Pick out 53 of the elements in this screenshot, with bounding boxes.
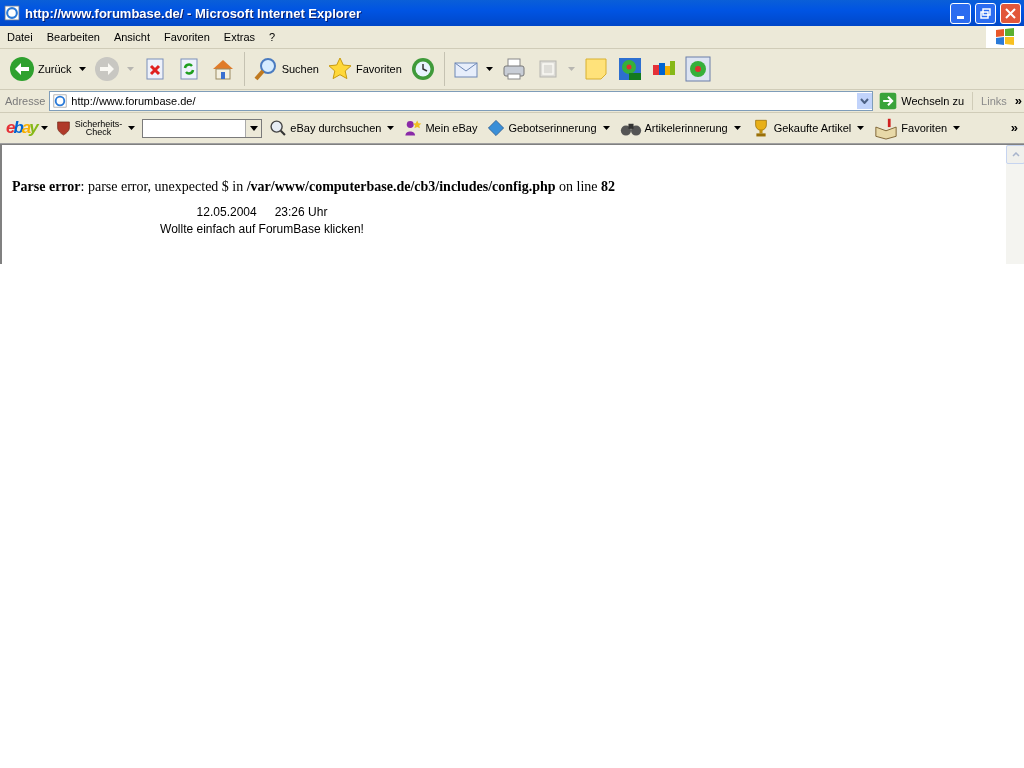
ebay-toolbar-button[interactable]: Gebotserinnerung bbox=[484, 117, 613, 139]
toolbar-button[interactable]: Favoriten bbox=[323, 54, 405, 84]
search-icon bbox=[252, 56, 279, 82]
menu-item[interactable]: Favoriten bbox=[157, 31, 217, 43]
menu-item[interactable]: Extras bbox=[216, 31, 263, 43]
ebay-toolbar-button[interactable]: Gekaufte Artikel bbox=[747, 116, 868, 140]
dropdown-button[interactable] bbox=[857, 93, 873, 109]
go-button[interactable]: Wechseln zu bbox=[877, 92, 974, 110]
restore-button[interactable] bbox=[975, 2, 996, 24]
person-star-icon bbox=[404, 119, 423, 137]
note-icon bbox=[582, 56, 609, 82]
ebay-toolbar-button[interactable]: Artikelerinnerung bbox=[616, 115, 744, 141]
search-icon bbox=[269, 119, 288, 137]
windows-flag-icon bbox=[995, 28, 1015, 46]
caret-icon bbox=[249, 125, 258, 131]
caret-icon bbox=[40, 126, 48, 130]
ebay-toolbar-button[interactable]: Mein eBay bbox=[401, 117, 481, 139]
printer-icon bbox=[500, 56, 527, 82]
more-button[interactable]: » bbox=[1014, 96, 1022, 106]
search-combo-field[interactable] bbox=[142, 118, 263, 138]
menu-item[interactable]: Datei bbox=[0, 31, 40, 43]
browser-icon bbox=[3, 4, 21, 22]
menu-item[interactable]: Ansicht bbox=[106, 31, 157, 43]
ebay-toolbar-button[interactable]: Sicherheits-Check bbox=[51, 117, 139, 139]
open-book-icon bbox=[874, 116, 899, 140]
error-message: Parse error: parse error, unexpected $ in /var/www/computerbase.de/cb3/includes/config.php on line 82 bbox=[12, 179, 617, 195]
history-clock-icon bbox=[409, 56, 436, 82]
ebay-toolbar-button[interactable]: eBay durchsuchen bbox=[266, 117, 398, 139]
toolbar-button[interactable]: Zurück bbox=[6, 54, 89, 84]
minimize-icon bbox=[957, 15, 964, 19]
date-text: 12.05.2004 bbox=[196, 205, 257, 219]
minimize-button[interactable] bbox=[950, 2, 971, 24]
flower-icon bbox=[684, 56, 711, 82]
flower-badge-icon bbox=[616, 56, 643, 82]
close-icon bbox=[1005, 7, 1016, 19]
menu-item[interactable]: ? bbox=[262, 31, 283, 43]
close-button[interactable] bbox=[1000, 2, 1021, 24]
shield-icon bbox=[54, 119, 72, 137]
more-button[interactable]: » bbox=[1010, 123, 1018, 133]
chevron-up-icon bbox=[1011, 152, 1020, 157]
toolbar-button[interactable]: Suchen bbox=[249, 54, 322, 84]
diamond-icon bbox=[487, 119, 506, 137]
message-text: Wollte einfach auf ForumBase klicken! bbox=[160, 222, 364, 236]
address-field[interactable]: http://www.forumbase.de/ bbox=[49, 91, 874, 111]
time-text: 23:26 Uhr bbox=[274, 205, 328, 219]
chevron-down-icon bbox=[860, 98, 870, 104]
logo[interactable]: ebay bbox=[6, 118, 37, 138]
star-icon bbox=[326, 56, 353, 82]
menu-item[interactable]: Bearbeiten bbox=[39, 31, 107, 43]
window-title: http://www.forumbase.de/ - Microsoft Internet Explorer bbox=[25, 5, 363, 21]
ebay-toolbar-button[interactable]: Favoriten bbox=[871, 114, 964, 142]
address-label: Adresse bbox=[5, 95, 46, 107]
restore-icon bbox=[980, 7, 991, 19]
